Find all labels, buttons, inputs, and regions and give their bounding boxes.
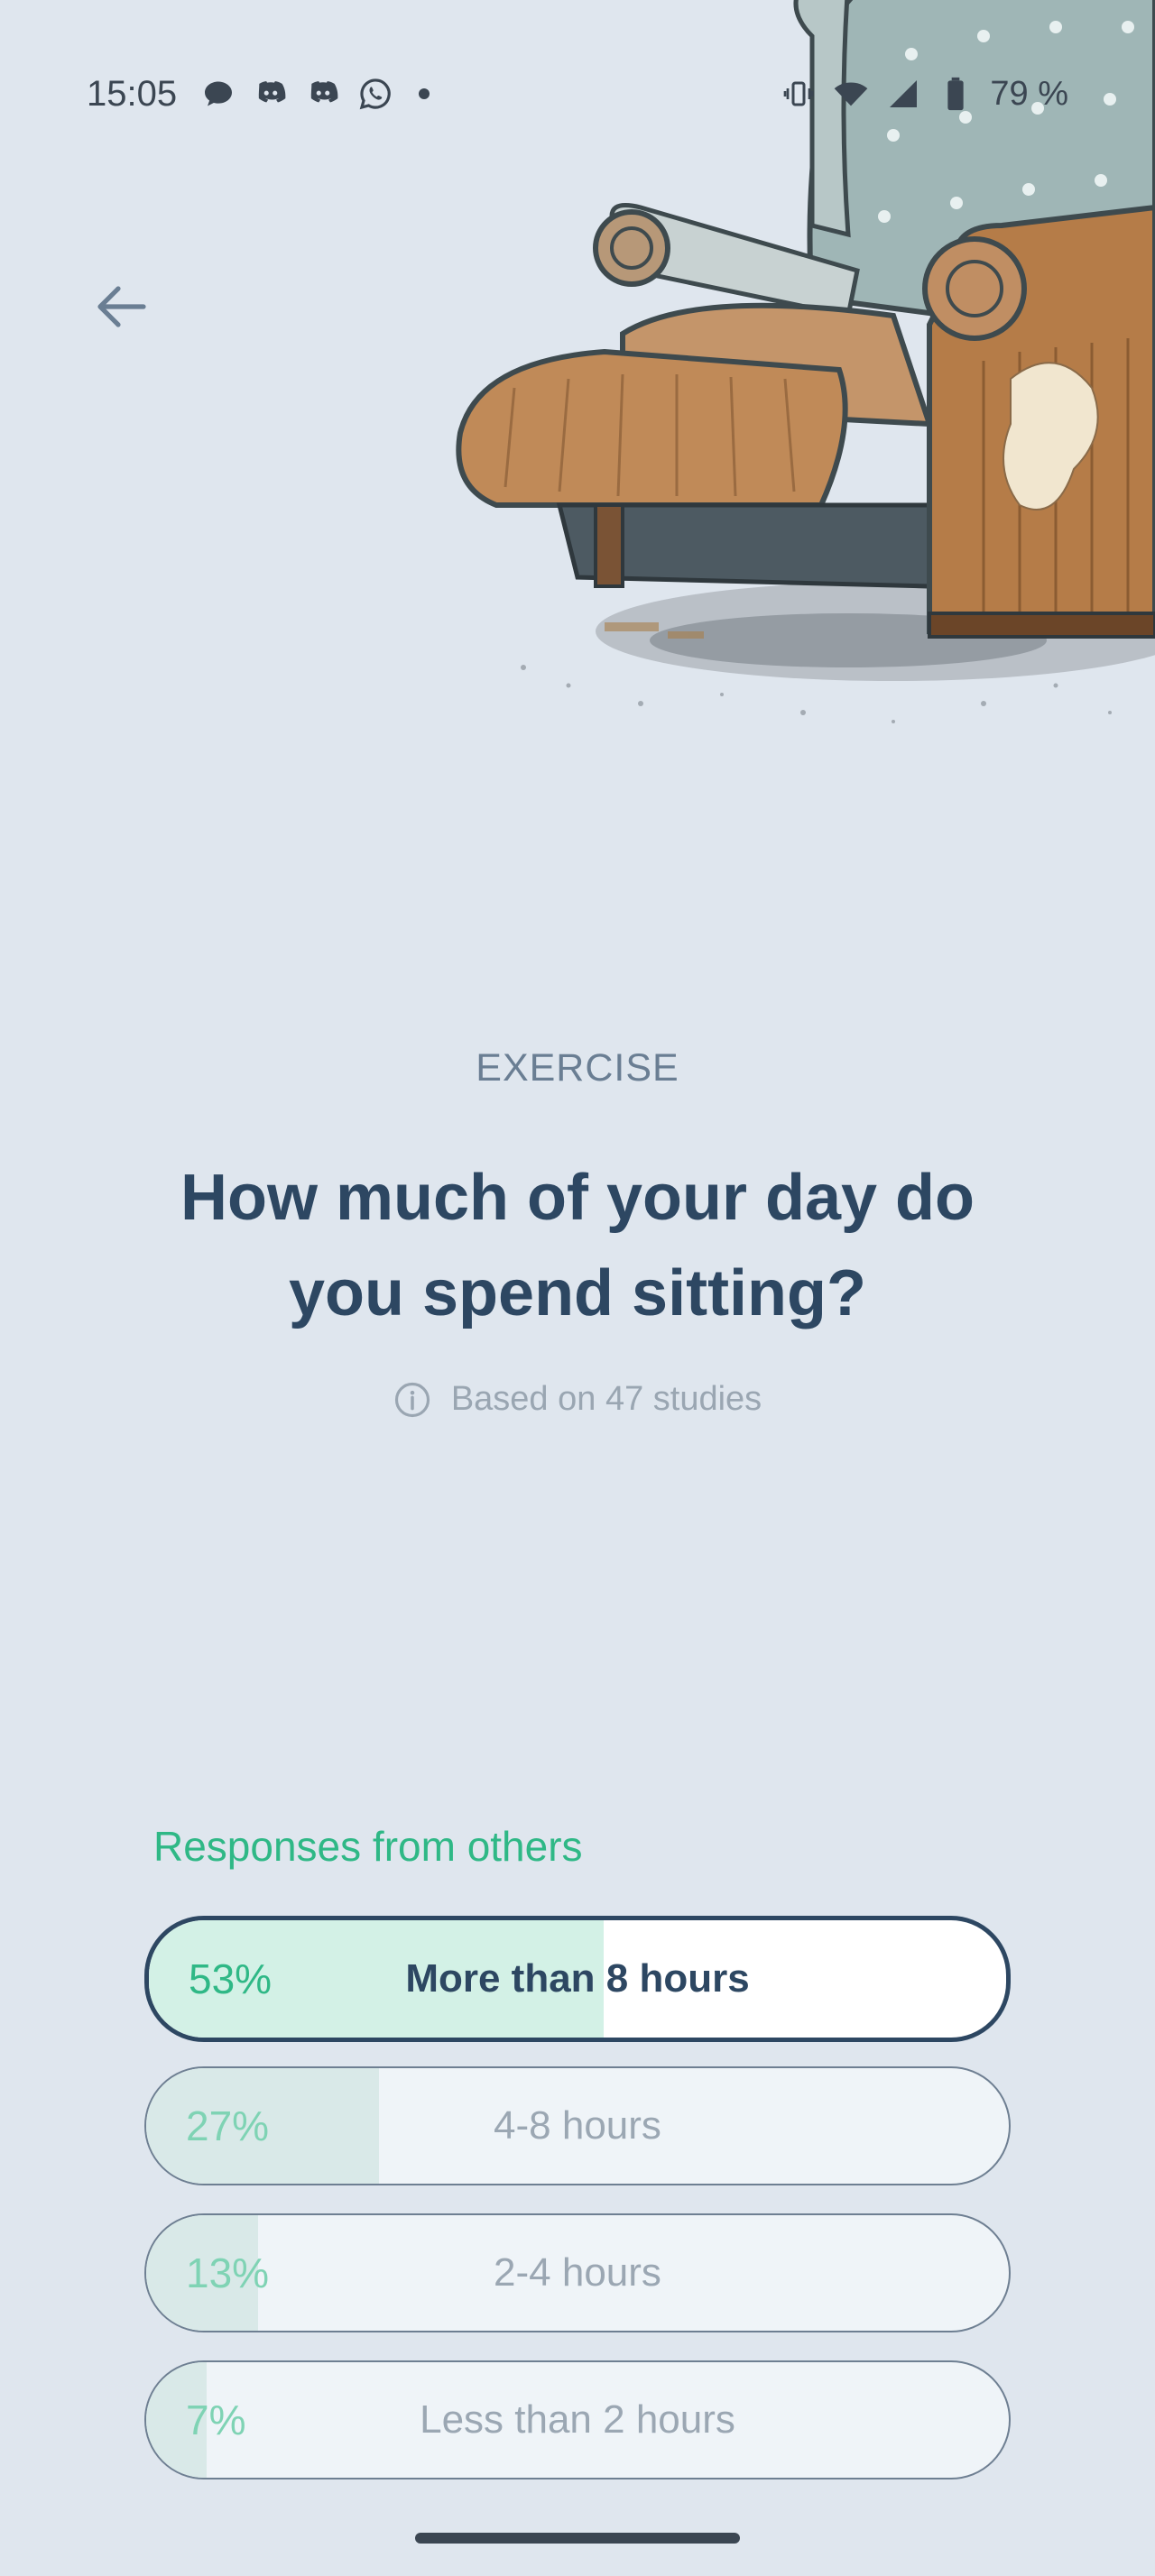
discord-icon bbox=[305, 76, 341, 112]
signal-icon bbox=[885, 76, 921, 112]
whatsapp-icon bbox=[357, 76, 393, 112]
responses-heading: Responses from others bbox=[153, 1823, 583, 1870]
response-label: 4-8 hours bbox=[494, 2103, 661, 2148]
response-option-more-than-8-hours[interactable]: 53% More than 8 hours bbox=[144, 1916, 1011, 2042]
response-option-2-4-hours[interactable]: 13% 2-4 hours bbox=[144, 2213, 1011, 2332]
wifi-icon bbox=[833, 76, 869, 112]
vibrate-icon bbox=[781, 76, 817, 112]
category-label: EXERCISE bbox=[476, 1046, 679, 1090]
question-title: How much of your day do you spend sittin… bbox=[180, 1162, 975, 1329]
status-bar: 15:05 79 % bbox=[87, 65, 1068, 123]
status-time: 15:05 bbox=[87, 73, 178, 114]
back-button[interactable] bbox=[90, 275, 153, 338]
status-bar-left: 15:05 bbox=[87, 74, 430, 115]
discord-icon bbox=[253, 76, 289, 112]
studies-note-text: Based on 47 studies bbox=[450, 1380, 762, 1418]
status-bar-right: 79 % bbox=[781, 75, 1068, 114]
response-label: More than 8 hours bbox=[405, 1956, 750, 2001]
studies-note[interactable]: Based on 47 studies bbox=[0, 1380, 1155, 1419]
info-circle-icon bbox=[393, 1381, 431, 1419]
response-option-less-than-2-hours[interactable]: 7% Less than 2 hours bbox=[144, 2360, 1011, 2479]
arrow-left-icon bbox=[97, 286, 146, 327]
gesture-nav-handle[interactable] bbox=[415, 2533, 740, 2544]
chat-bubble-icon bbox=[200, 76, 236, 112]
response-option-4-8-hours[interactable]: 27% 4-8 hours bbox=[144, 2066, 1011, 2185]
response-label: 2-4 hours bbox=[494, 2250, 661, 2295]
battery-icon bbox=[938, 76, 974, 112]
battery-percentage: 79 % bbox=[990, 74, 1068, 113]
more-notifications-dot bbox=[419, 88, 430, 99]
response-label: Less than 2 hours bbox=[420, 2397, 735, 2442]
response-list: 53% More than 8 hours 27% 4-8 hours 13% … bbox=[144, 1916, 1011, 2507]
